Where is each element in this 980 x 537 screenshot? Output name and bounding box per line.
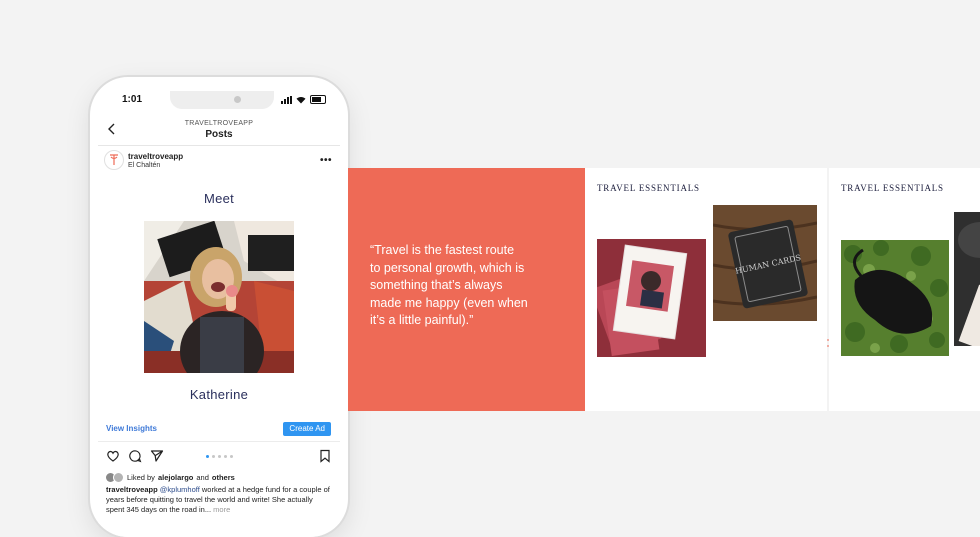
carousel-dot [218,455,221,458]
create-ad-button[interactable]: Create Ad [283,422,331,436]
insights-bar: View Insights Create Ad [98,421,340,442]
posts-header: TRAVELTROVEAPP Posts [98,117,340,146]
status-icons [281,95,326,104]
likes-others[interactable]: others [212,473,235,482]
post-actions [98,447,340,467]
travel-essentials-slide-cards: TRAVEL ESSENTIALS HUMAN CARDS [585,168,827,411]
post-image[interactable]: Meet Katherine [98,177,340,411]
katherine-photo [144,221,294,373]
quote-text: “Travel is the fastest route to personal… [370,243,528,327]
bookmark-icon[interactable] [318,449,332,463]
header-title: Posts [205,129,233,140]
header-account-name: TRAVELTROVEAPP [184,120,254,127]
status-time: 1:01 [122,94,143,105]
likes-user[interactable]: alejolargo [158,473,193,482]
stone-illustration [954,212,980,346]
travel-essentials-slide-mask: TRAVEL ESSENTIALS [829,168,980,411]
post-header: traveltroveapp El Chaltén ••• [98,147,340,175]
person-name-label: Katherine [189,387,249,402]
likes-conj: and [196,472,209,482]
phone-mockup: 1:01 TRAVELTROVEAPP Posts traveltroveapp… [90,77,348,537]
sleep-mask-photo [841,240,949,356]
wifi-icon [296,96,306,103]
likes-summary: Liked by alejolargo and others [106,471,235,483]
stone-photo [954,212,980,346]
comment-icon[interactable] [128,449,142,463]
carousel-dot [206,455,209,458]
mask-illustration [841,240,949,356]
carousel-dot [230,455,233,458]
post-caption: traveltroveapp @kplumhoff worked at a he… [106,485,332,515]
card-deck-photo: HUMAN CARDS [713,205,817,321]
post-account-name[interactable]: traveltroveapp [128,152,183,161]
deck-illustration: HUMAN CARDS [713,205,817,321]
caption-account[interactable]: traveltroveapp [106,485,158,494]
carousel-indicator [206,455,233,458]
camera-dot [234,96,241,103]
view-insights-link[interactable]: View Insights [106,424,157,433]
account-avatar[interactable] [104,150,124,170]
carousel-dot [224,455,227,458]
post-location[interactable]: El Chaltén [128,162,160,169]
phone-notch [170,91,274,109]
playing-cards-photo [597,239,706,357]
likes-prefix: Liked by [127,472,155,482]
cards-illustration [597,239,706,357]
battery-icon [310,95,326,104]
status-bar: 1:01 [98,91,340,111]
signal-icon [281,95,292,104]
panel-label: TRAVEL ESSENTIALS [597,183,700,193]
portrait-illustration [144,221,294,373]
instagram-screen: 1:01 TRAVELTROVEAPP Posts traveltroveapp… [98,85,340,537]
quote-slide: “Travel is the fastest route to personal… [348,168,585,411]
heart-icon[interactable] [106,449,120,463]
more-options-icon[interactable]: ••• [320,155,332,166]
trove-logo-icon [110,154,118,165]
carousel-dot [212,455,215,458]
share-icon[interactable] [150,449,164,463]
liker-avatar [113,471,124,483]
meet-label: Meet [203,191,235,206]
panel-label: TRAVEL ESSENTIALS [841,183,944,193]
caption-mention[interactable]: @kplumhoff [160,485,200,494]
